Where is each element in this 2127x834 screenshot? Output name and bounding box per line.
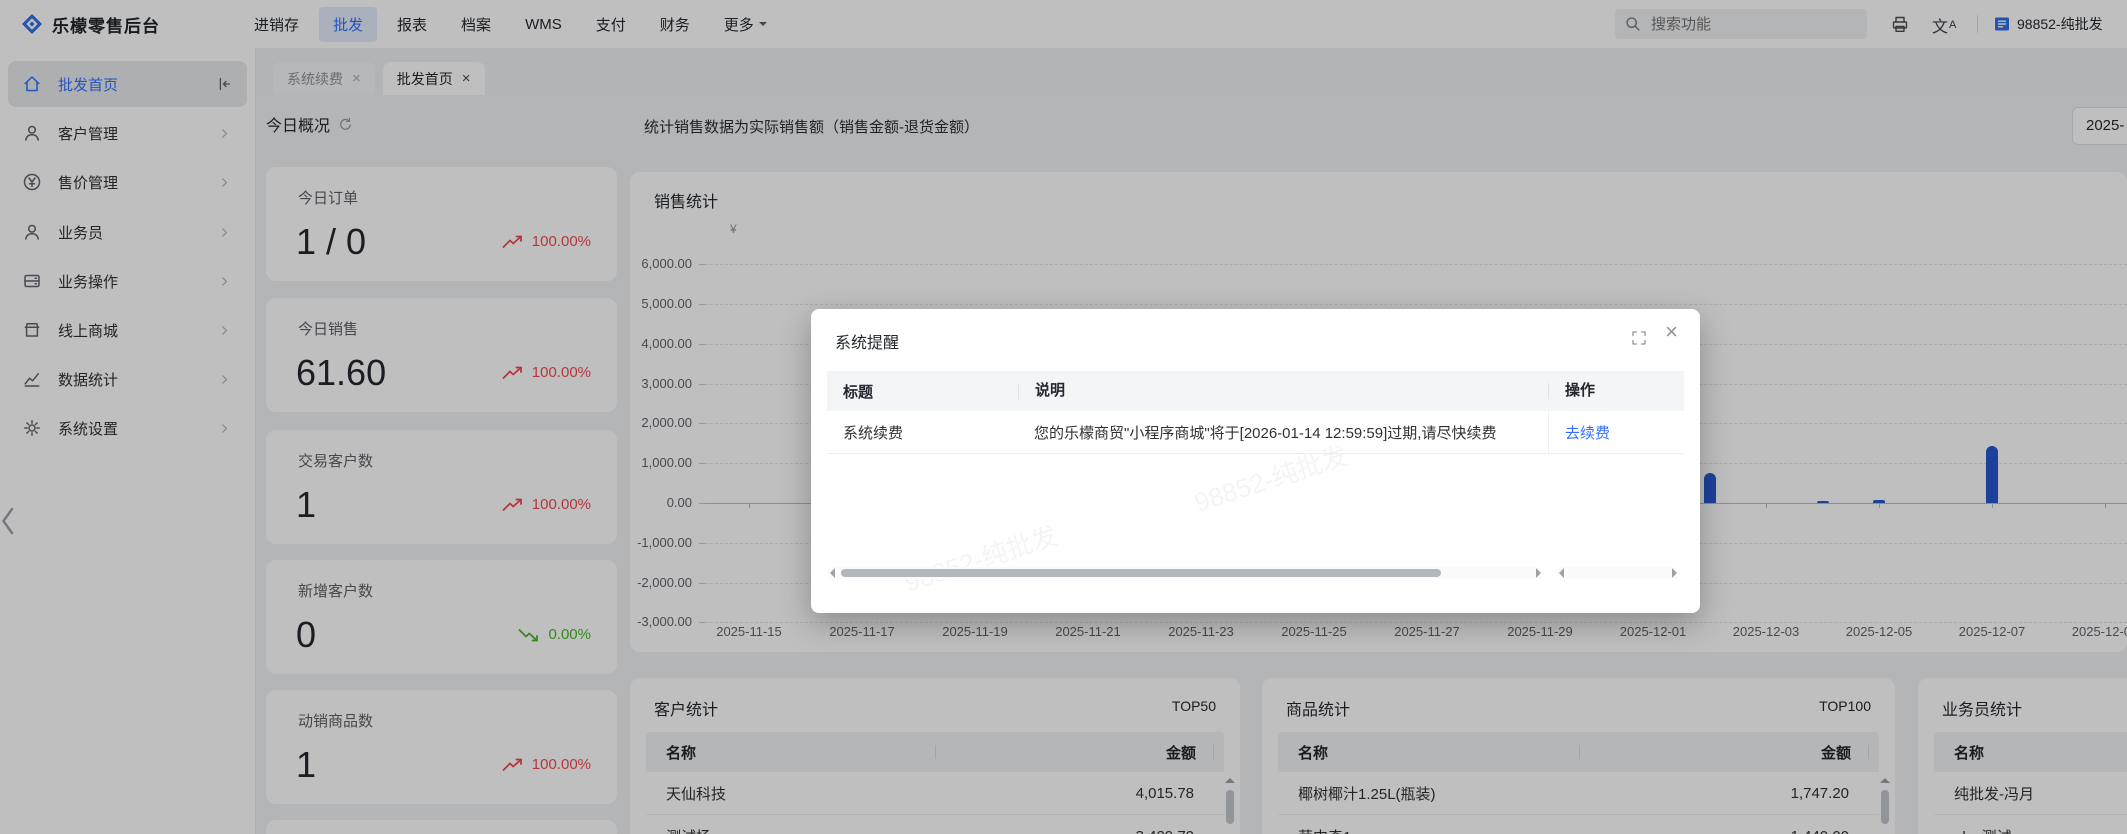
reminder-description: 您的乐檬商贸"小程序商城"将于[2026-01-14 12:59:59]过期,请… <box>1034 424 1497 442</box>
dialog-col-title: 标题 <box>843 383 874 401</box>
system-reminder-dialog: 98852-纯批发 98852-纯批发 系统提醒 × 标题 说明 操作 系统续费… <box>811 309 1700 613</box>
reminder-title: 系统续费 <box>843 424 904 442</box>
dialog-hscrollbar-main[interactable] <box>827 567 1544 579</box>
app-root: 乐檬零售后台 进销存批发报表档案WMS支付财务更多 文A 98852-纯批发 系… <box>0 0 2127 834</box>
dialog-col-desc: 说明 <box>1018 383 1548 399</box>
scroll-right-arrow-icon[interactable] <box>1536 568 1546 578</box>
scroll-left-arrow-icon[interactable] <box>1554 568 1564 578</box>
dialog-table-header: 标题 说明 操作 <box>827 371 1684 411</box>
dialog-table: 标题 说明 操作 系统续费 您的乐檬商贸"小程序商城"将于[2026-01-14… <box>827 371 1684 454</box>
dialog-expand-icon[interactable] <box>1632 331 1646 345</box>
scroll-left-arrow-icon[interactable] <box>825 568 835 578</box>
dialog-watermark: 98852-纯批发 <box>900 520 1062 598</box>
dialog-table-row: 系统续费 您的乐檬商贸"小程序商城"将于[2026-01-14 12:59:59… <box>827 411 1684 454</box>
dialog-close-icon[interactable]: × <box>1665 321 1678 343</box>
dialog-title: 系统提醒 <box>835 335 900 352</box>
renew-link[interactable]: 去续费 <box>1565 422 1610 443</box>
hscroll-thumb[interactable] <box>841 569 1441 577</box>
dialog-col-action: 操作 <box>1548 383 1684 399</box>
dialog-hscrollbar-fixed-col[interactable] <box>1556 567 1680 579</box>
scroll-right-arrow-icon[interactable] <box>1672 568 1682 578</box>
